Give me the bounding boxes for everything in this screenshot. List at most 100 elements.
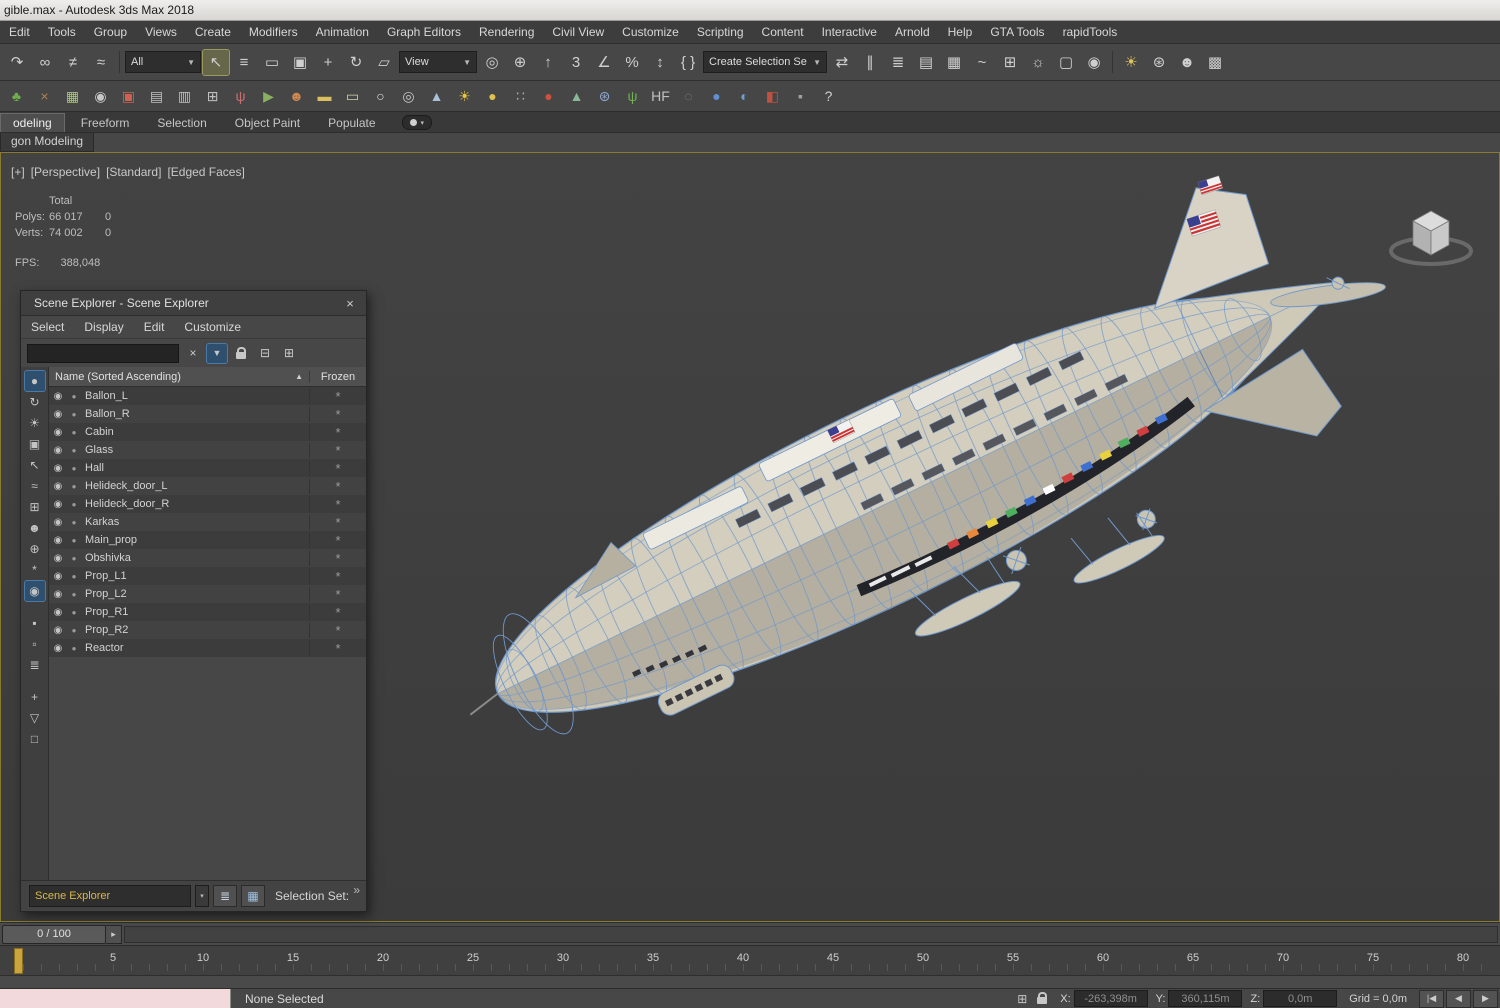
environment-icon[interactable]: ⊛ — [1146, 50, 1172, 75]
percent-snap-icon[interactable]: % — [619, 50, 645, 75]
vegetation-icon[interactable]: ♣ — [4, 85, 29, 108]
select-and-move-icon[interactable]: + — [315, 50, 341, 75]
particle-array-icon[interactable]: ∷ — [508, 85, 533, 108]
frozen-toggle-icon[interactable]: * — [309, 388, 366, 404]
close-icon[interactable]: × — [342, 296, 358, 311]
scene-object-row[interactable]: ◉ ● Ballon_R * — [49, 405, 366, 423]
frozen-toggle-icon[interactable]: * — [309, 604, 366, 620]
z-value-field[interactable]: 0,0m — [1263, 990, 1338, 1007]
render-production-icon[interactable]: ◉ — [1081, 50, 1107, 75]
redo-icon[interactable]: ↷ — [4, 50, 30, 75]
selection-filter-dropdown[interactable]: All ▼ — [125, 51, 201, 73]
new-container-icon[interactable]: □ — [25, 729, 45, 749]
menu-item[interactable]: Help — [939, 21, 982, 43]
menu-item[interactable]: Edit — [0, 21, 39, 43]
select-and-rotate-icon[interactable]: ↻ — [343, 50, 369, 75]
use-pivot-point-icon[interactable]: ◎ — [479, 50, 505, 75]
hf-icon[interactable]: HF — [648, 85, 673, 108]
angle-snap-icon[interactable]: ∠ — [591, 50, 617, 75]
visibility-eye-icon[interactable]: ◉ — [49, 517, 67, 528]
frozen-toggle-icon[interactable]: * — [309, 550, 366, 566]
layers-stack-icon[interactable]: ≣ — [213, 885, 237, 907]
display-groups-icon[interactable]: ⊞ — [25, 497, 45, 517]
time-slider-handle[interactable]: 0 / 100 — [2, 924, 106, 944]
earth-icon[interactable]: ◐ — [732, 85, 757, 108]
video-camera-icon[interactable]: ▶ — [256, 85, 281, 108]
spreadsheet-icon[interactable]: ▥ — [172, 85, 197, 108]
scene-explorer-toggle-icon[interactable]: ▦ — [941, 50, 967, 75]
overflow-chevrons-icon[interactable]: » — [353, 883, 360, 897]
frozen-toggle-icon[interactable]: * — [309, 442, 366, 458]
scene-explorer-menu-item[interactable]: Edit — [134, 320, 175, 334]
open-explorer-icon[interactable]: ▦ — [241, 885, 265, 907]
display-lights-icon[interactable]: ☀ — [25, 413, 45, 433]
viewport-menu-style[interactable]: [Standard] — [106, 165, 161, 179]
select-by-name-icon[interactable]: ≡ — [231, 50, 257, 75]
display-cameras-icon[interactable]: ▣ — [25, 434, 45, 454]
select-and-scale-icon[interactable]: ▱ — [371, 50, 397, 75]
gear-globe-icon[interactable]: ⊛ — [592, 85, 617, 108]
sphere-tool-icon[interactable]: ● — [480, 85, 505, 108]
tab-selection[interactable]: Selection — [145, 114, 218, 132]
scene-object-row[interactable]: ◉ ● Glass * — [49, 441, 366, 459]
frozen-toggle-icon[interactable]: * — [309, 586, 366, 602]
camera-icon[interactable]: ▣ — [116, 85, 141, 108]
clear-search-icon[interactable]: × — [183, 344, 203, 363]
visibility-eye-icon[interactable]: ◉ — [49, 643, 67, 654]
track-bar[interactable]: 5 10 15 20 25 30 35 40 45 50 55 60 65 70 75 80 — [0, 945, 1500, 975]
menu-item[interactable]: Animation — [307, 21, 378, 43]
scene-object-row[interactable]: ◉ ● Helideck_door_L * — [49, 477, 366, 495]
select-none-icon[interactable]: ▫ — [25, 634, 45, 654]
menu-item[interactable]: rapidTools — [1054, 21, 1127, 43]
tab-populate[interactable]: Populate — [316, 114, 387, 132]
previous-frame-icon[interactable]: ◀ — [1446, 989, 1471, 1008]
menu-item[interactable]: GTA Tools — [981, 21, 1053, 43]
frozen-toggle-icon[interactable]: * — [309, 424, 366, 440]
scene-explorer-menu-item[interactable]: Display — [74, 320, 133, 334]
frozen-toggle-icon[interactable]: * — [309, 406, 366, 422]
frozen-toggle-icon[interactable]: * — [309, 496, 366, 512]
visibility-eye-icon[interactable]: ◉ — [49, 553, 67, 564]
cone-tool-icon[interactable]: ▲ — [424, 85, 449, 108]
layer-explorer-icon[interactable]: ≣ — [885, 50, 911, 75]
next-frame-step-icon[interactable]: ▸ — [106, 924, 122, 944]
scene-object-row[interactable]: ◉ ● Ballon_L * — [49, 387, 366, 405]
schematic-view-icon[interactable]: ⊞ — [997, 50, 1023, 75]
explorer-name-dropdown[interactable]: Scene Explorer — [29, 885, 191, 907]
visibility-eye-icon[interactable]: ◉ — [49, 481, 67, 492]
curve-editor-icon[interactable]: ~ — [969, 50, 995, 75]
unlink-selection-icon[interactable]: ≠ — [60, 50, 86, 75]
display-bones-icon[interactable]: ☻ — [25, 518, 45, 538]
slate-material-icon[interactable]: ⊞ — [200, 85, 225, 108]
menu-item[interactable]: Modifiers — [240, 21, 307, 43]
scene-object-row[interactable]: ◉ ● Helideck_door_R * — [49, 495, 366, 513]
frozen-toggle-icon[interactable]: * — [309, 640, 366, 656]
reference-coordinate-dropdown[interactable]: View ▼ — [399, 51, 477, 73]
scene-object-row[interactable]: ◉ ● Obshivka * — [49, 549, 366, 567]
viewport-menu-shading[interactable]: [Edged Faces] — [167, 165, 244, 179]
eye-toggle-icon[interactable]: ◉ — [88, 85, 113, 108]
populate-people-icon[interactable]: ☻ — [284, 85, 309, 108]
filter-funnel-icon[interactable]: ▽ — [25, 708, 45, 728]
maxscript-mini-listener[interactable] — [0, 989, 231, 1008]
visibility-eye-icon[interactable]: ◉ — [49, 625, 67, 636]
asset-tracking-icon[interactable]: ☻ — [1174, 50, 1200, 75]
state-sets-icon[interactable]: ▩ — [1202, 50, 1228, 75]
menu-item[interactable]: Create — [186, 21, 240, 43]
material-red-icon[interactable]: ◧ — [760, 85, 785, 108]
time-slider[interactable]: 0 / 100 ▸ — [0, 922, 1500, 945]
menu-item[interactable]: Tools — [39, 21, 85, 43]
menu-item[interactable]: Group — [85, 21, 136, 43]
scene-object-row[interactable]: ◉ ● Prop_R2 * — [49, 621, 366, 639]
keyboard-shortcut-override-icon[interactable]: ↑ — [535, 50, 561, 75]
scene-object-row[interactable]: ◉ ● Karkas * — [49, 513, 366, 531]
terrain-icon[interactable]: ▲ — [564, 85, 589, 108]
select-and-manipulate-icon[interactable]: ⊕ — [507, 50, 533, 75]
frozen-toggle-icon[interactable]: * — [309, 460, 366, 476]
select-and-link-icon[interactable]: ∞ — [32, 50, 58, 75]
frozen-toggle-icon[interactable]: * — [309, 532, 366, 548]
select-all-icon[interactable]: ▪ — [25, 613, 45, 633]
spinner-snap-icon[interactable]: ↕ — [647, 50, 673, 75]
display-hidden-icon[interactable]: ◉ — [23, 580, 46, 602]
display-containers-icon[interactable]: ⊕ — [25, 539, 45, 559]
